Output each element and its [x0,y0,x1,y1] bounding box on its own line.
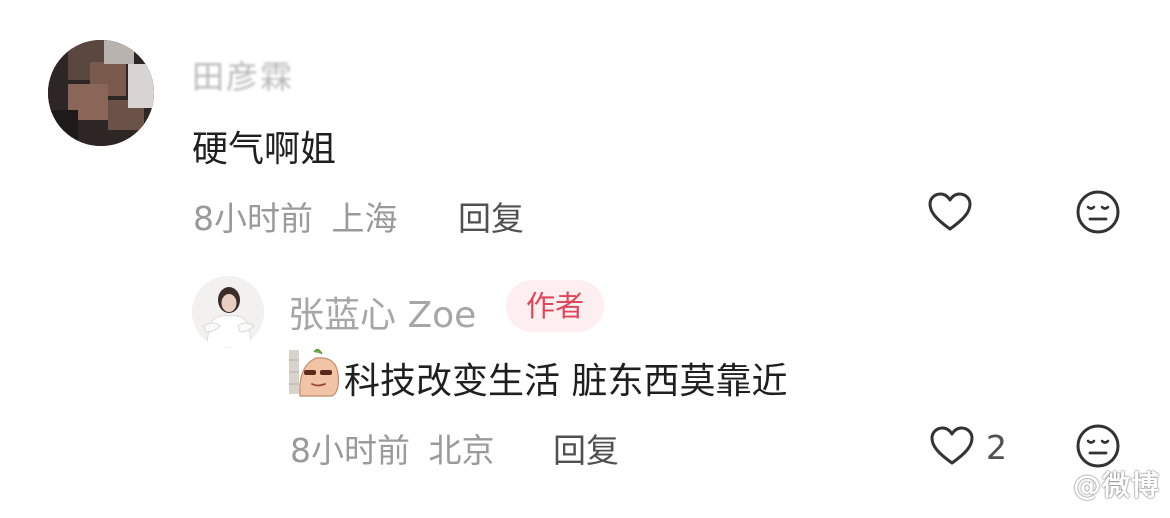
commenter-avatar[interactable] [48,40,154,146]
heart-icon[interactable] [926,188,974,236]
comment-location: 上海 [331,199,398,238]
author-avatar[interactable] [192,276,264,348]
reply-location: 北京 [428,431,495,470]
reply-reply-button[interactable]: 回复 [553,424,619,472]
author-username[interactable]: 张蓝心 Zoe [288,286,476,338]
reply-text: 科技改变生活 脏东西莫靠近 [344,361,788,402]
reply-button[interactable]: 回复 [458,192,524,240]
heart-icon[interactable] [928,422,976,470]
comment-meta: 8小时前 上海 [193,192,398,240]
author-badge: 作者 [506,280,605,332]
commenter-username[interactable]: 田彦霖 [192,52,294,98]
watermark: @微博 [1072,469,1160,502]
comment-text: 硬气啊姐 [192,129,337,170]
meh-face-icon[interactable] [1074,422,1122,470]
squinting-meme-sticker [288,346,342,398]
reply-meta: 8小时前 北京 [290,424,495,472]
meh-face-icon[interactable] [1074,188,1122,236]
reply-time: 8小时前 [290,431,410,470]
like-count: 2 [986,428,1007,467]
comment-time: 8小时前 [193,199,313,238]
